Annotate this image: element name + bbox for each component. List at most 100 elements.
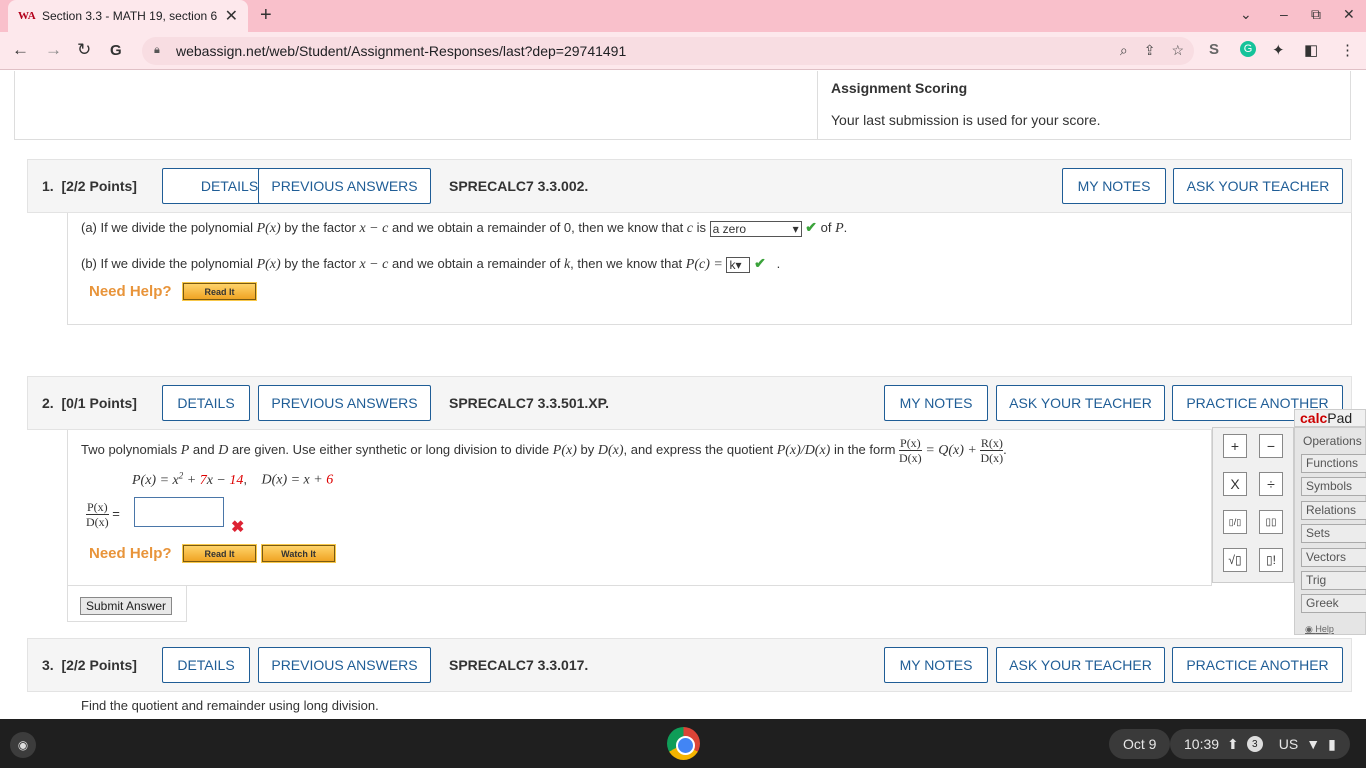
calcpad-operations-tab[interactable]: Operations (1303, 434, 1362, 448)
browser-toolbar: ← → ↻ G 🔒︎ webassign.net/web/Student/Ass… (0, 32, 1366, 70)
q1-my-notes-button[interactable]: MY NOTES (1062, 168, 1166, 204)
incorrect-x-icon: ✖ (231, 519, 245, 536)
chrome-app-icon[interactable] (667, 727, 700, 760)
menu-kebab-icon[interactable]: ⋮ (1340, 41, 1355, 59)
q2-answer-input[interactable] (134, 497, 224, 527)
q2-my-notes-button[interactable]: MY NOTES (884, 385, 988, 421)
q2-read-it-button[interactable]: Read It (183, 545, 256, 562)
question-2-body: Two polynomials P and D are given. Use e… (67, 430, 1212, 586)
question-2-header: 2. [0/1 Points] DETAILS PREVIOUS ANSWERS… (27, 376, 1352, 430)
q2-instructions: Two polynomials P and D are given. Use e… (81, 436, 1007, 465)
calcpad-times-key[interactable]: X (1223, 472, 1247, 496)
back-icon[interactable]: ← (12, 40, 29, 60)
calcpad-trig-tab[interactable]: Trig (1301, 571, 1366, 590)
launcher-icon[interactable]: ◉ (10, 732, 36, 758)
bookmark-star-icon[interactable]: ☆ (1171, 42, 1184, 59)
q2-ask-teacher-button[interactable]: ASK YOUR TEACHER (996, 385, 1165, 421)
q3-practice-another-button[interactable]: PRACTICE ANOTHER (1172, 647, 1343, 683)
webassign-favicon-icon: WA (18, 10, 36, 22)
form-fraction-p-over-d: P(x) D(x) (899, 436, 922, 465)
forward-icon[interactable]: → (45, 40, 62, 60)
q2-polynomials: P(x) = x2 + 7x − 14, D(x) = x + 6 (132, 470, 334, 488)
clock: 10:39 (1184, 736, 1220, 752)
q2-previous-answers-button[interactable]: PREVIOUS ANSWERS (258, 385, 431, 421)
calcpad-minus-key[interactable]: − (1259, 434, 1283, 458)
tab-search-icon[interactable]: ⌄ (1240, 6, 1252, 23)
calcpad-symbols-tab[interactable]: Symbols (1301, 477, 1366, 496)
q3-problem-code: SPRECALC7 3.3.017. (449, 657, 589, 673)
correct-check-icon: ✔ (754, 255, 766, 271)
calcpad-help-link[interactable]: ◉ Help (1305, 624, 1334, 635)
question-2-points: 2. [0/1 Points] (42, 395, 137, 411)
form-fraction-r-over-d: R(x) D(x) (980, 436, 1004, 465)
s-extension-icon[interactable]: S (1209, 41, 1219, 58)
calcpad-title: calcPad (1294, 409, 1366, 427)
calcpad-vectors-tab[interactable]: Vectors (1301, 548, 1366, 567)
browser-tab[interactable]: WA Section 3.3 - MATH 19, section 6 ✕ (8, 0, 248, 32)
question-3-points: 3. [2/2 Points] (42, 657, 137, 673)
q1-read-it-button[interactable]: Read It (183, 283, 256, 300)
calcpad-functions-tab[interactable]: Functions (1301, 454, 1366, 473)
q1-need-help-label: Need Help? (89, 283, 172, 300)
battery-icon: ▮ (1328, 735, 1336, 752)
q1-ask-teacher-button[interactable]: ASK YOUR TEACHER (1173, 168, 1343, 204)
calcpad-panel: calcPad + − X ÷ ▯/▯ ▯▯ √▯ ▯! Operations … (1212, 407, 1366, 655)
extensions-puzzle-icon[interactable]: ✦ (1272, 41, 1285, 59)
calcpad-menu: Operations Functions Symbols Relations S… (1294, 427, 1366, 635)
q1-previous-answers-button[interactable]: PREVIOUS ANSWERS (258, 168, 431, 204)
q3-instructions: Find the quotient and remainder using lo… (81, 698, 379, 713)
correct-check-icon: ✔ (805, 219, 817, 235)
notification-count: 3 (1246, 736, 1263, 752)
lock-icon: 🔒︎ (154, 44, 160, 56)
calcpad-fraction-key[interactable]: ▯/▯ (1223, 510, 1247, 534)
locale: US (1278, 736, 1299, 752)
date-pill[interactable]: Oct 9 (1109, 729, 1171, 759)
assignment-info-box: Assignment Scoring Your last submission … (14, 71, 1351, 140)
submit-answer-button[interactable]: Submit Answer (80, 597, 173, 615)
divider (817, 71, 818, 139)
calcpad-plus-key[interactable]: + (1223, 434, 1247, 458)
wifi-icon: ▼ (1306, 736, 1321, 752)
minimize-icon[interactable]: – (1280, 6, 1288, 22)
calcpad-relations-tab[interactable]: Relations (1301, 501, 1366, 520)
share-icon[interactable]: ⇪ (1144, 42, 1156, 59)
q2-details-button[interactable]: DETAILS (162, 385, 250, 421)
question-1-header: 1. [2/2 Points] DETAILS PREVIOUS ANSWERS… (27, 159, 1352, 213)
calcpad-keys: + − X ÷ ▯/▯ ▯▯ √▯ ▯! (1212, 427, 1294, 583)
google-icon[interactable]: G (110, 42, 122, 59)
url-text: webassign.net/web/Student/Assignment-Res… (176, 43, 627, 59)
assignment-scoring-title: Assignment Scoring (831, 80, 968, 96)
zoom-icon[interactable]: ⌕ (1120, 42, 1128, 59)
new-tab-icon[interactable]: + (260, 4, 272, 27)
q3-my-notes-button[interactable]: MY NOTES (884, 647, 988, 683)
q2-answer-label: P(x) D(x) = (86, 500, 120, 529)
q3-details-button[interactable]: DETAILS (162, 647, 250, 683)
q2-watch-it-button[interactable]: Watch It (262, 545, 335, 562)
q2-problem-code: SPRECALC7 3.3.501.XP. (449, 395, 610, 411)
question-1-body: (a) If we divide the polynomial P(x) by … (67, 213, 1352, 325)
calcpad-divide-key[interactable]: ÷ (1259, 472, 1283, 496)
calcpad-sqrt-key[interactable]: √▯ (1223, 548, 1247, 572)
address-bar[interactable]: 🔒︎ webassign.net/web/Student/Assignment-… (142, 37, 1194, 65)
q3-previous-answers-button[interactable]: PREVIOUS ANSWERS (258, 647, 431, 683)
status-tray[interactable]: 10:39 ⬆ 3 US ▼ ▮ (1170, 729, 1350, 759)
q1-part-a: (a) If we divide the polynomial P(x) by … (81, 219, 848, 237)
q1-part-b: (b) If we divide the polynomial P(x) by … (81, 255, 781, 273)
reload-icon[interactable]: ↻ (77, 40, 91, 60)
q1a-answer-select[interactable]: a zero ▾ (709, 220, 802, 237)
browser-tab-bar: WA Section 3.3 - MATH 19, section 6 ✕ + … (0, 0, 1366, 32)
q2-need-help-label: Need Help? (89, 545, 172, 562)
calcpad-greek-tab[interactable]: Greek (1301, 594, 1366, 613)
os-taskbar: ◉ Oct 9 10:39 ⬆ 3 US ▼ ▮ (0, 719, 1366, 768)
close-window-icon[interactable]: ✕ (1343, 6, 1355, 23)
calcpad-exponent-key[interactable]: ▯▯ (1259, 510, 1283, 534)
side-panel-icon[interactable]: ◧ (1304, 41, 1318, 59)
restore-icon[interactable]: ⧉ (1311, 6, 1321, 23)
q3-ask-teacher-button[interactable]: ASK YOUR TEACHER (996, 647, 1165, 683)
close-tab-icon[interactable]: ✕ (225, 6, 238, 26)
q1b-answer-select[interactable]: k▾ (726, 256, 751, 273)
grammarly-icon[interactable]: G (1240, 41, 1256, 57)
calcpad-sets-tab[interactable]: Sets (1301, 524, 1366, 543)
upload-icon: ⬆ (1227, 735, 1239, 752)
calcpad-factorial-key[interactable]: ▯! (1259, 548, 1283, 572)
